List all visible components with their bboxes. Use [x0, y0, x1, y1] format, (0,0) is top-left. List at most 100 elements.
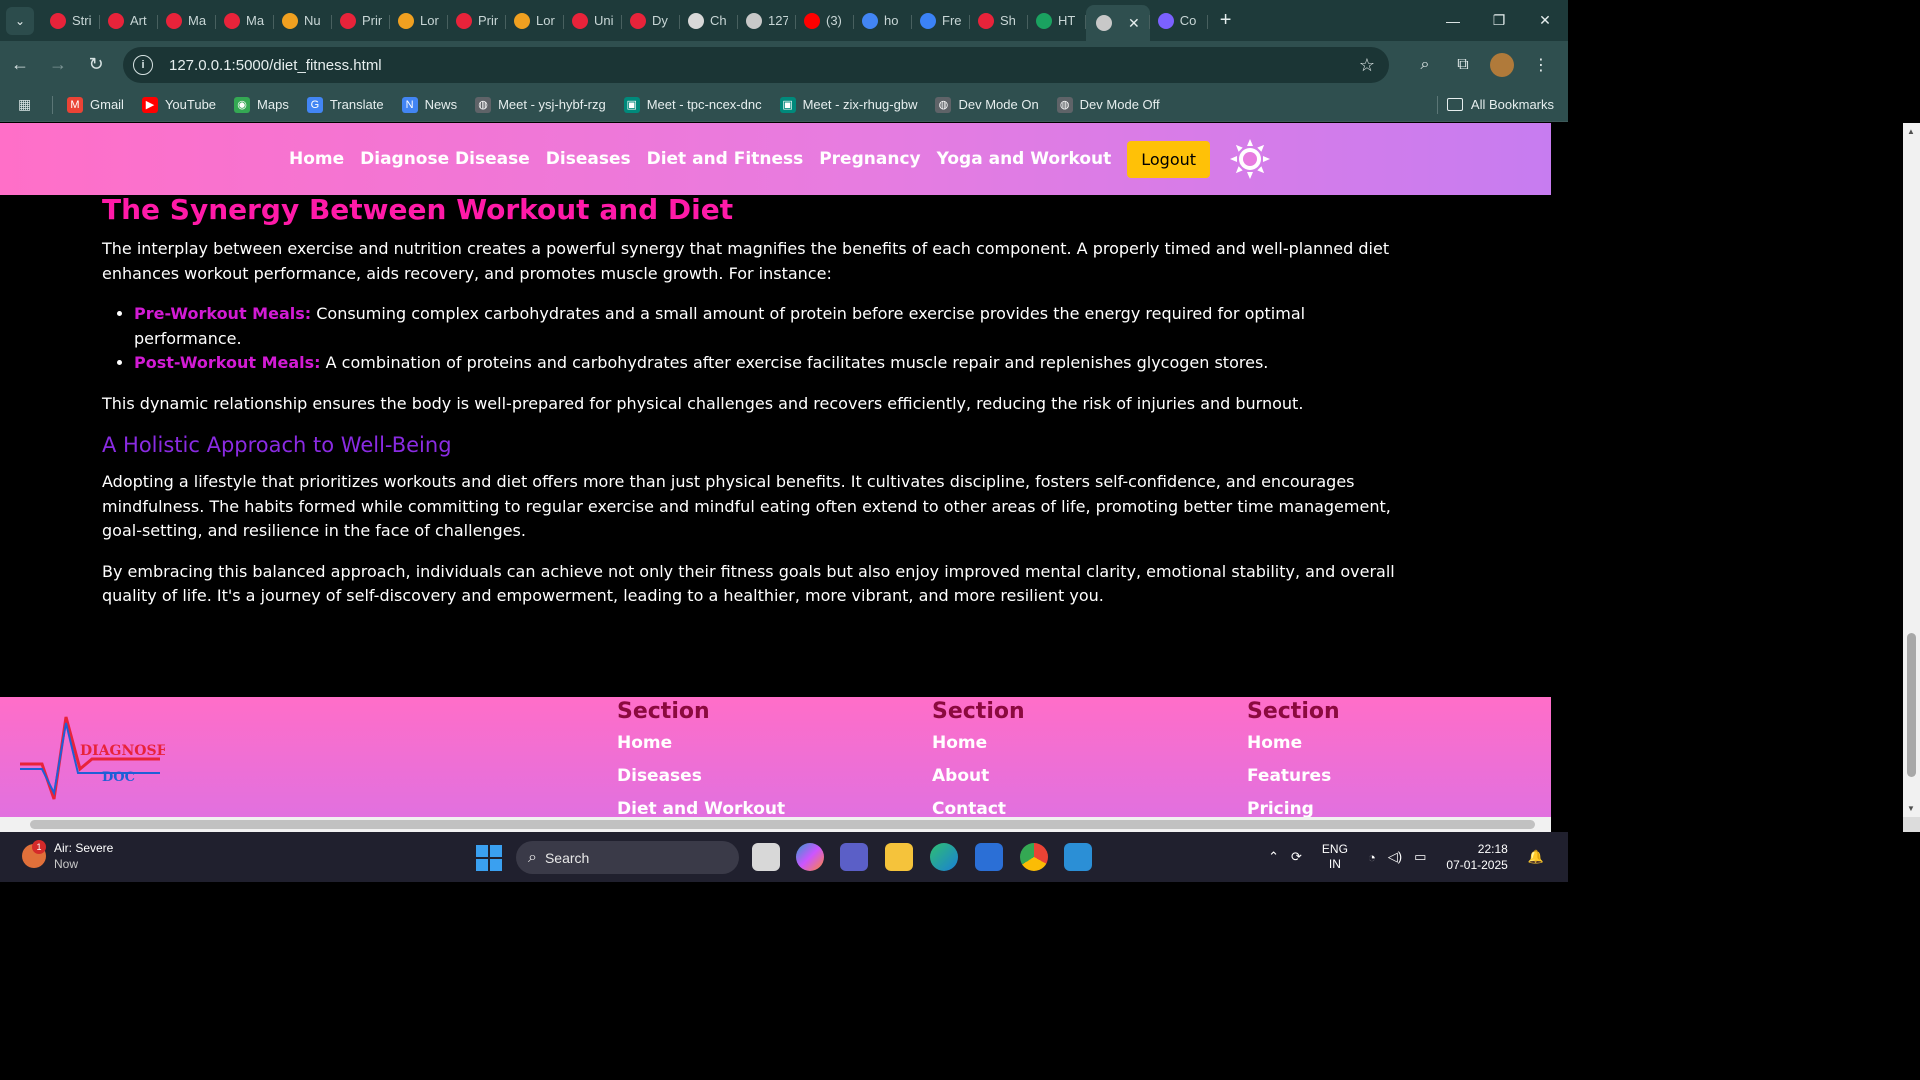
browser-tab[interactable]: Lor	[390, 5, 448, 37]
battery-icon[interactable]: ▭	[1414, 849, 1426, 865]
bookmark-item[interactable]: ▶ YouTube	[141, 96, 216, 113]
diagnose-doc-logo[interactable]: DIAGNOSE DOC	[20, 709, 165, 801]
task-view-icon[interactable]	[752, 843, 780, 871]
store-icon[interactable]	[975, 843, 1003, 871]
site-info-icon[interactable]: i	[133, 55, 153, 75]
logout-button[interactable]: Logout	[1127, 140, 1211, 178]
footer-link-about[interactable]: About	[932, 760, 1025, 793]
bookmark-item[interactable]: N News	[401, 96, 457, 113]
nav-diet-and-fitness[interactable]: Diet and Fitness	[647, 149, 804, 169]
minimize-button[interactable]: —	[1430, 0, 1476, 41]
tab-title: Prin	[362, 13, 382, 28]
browser-tab[interactable]: Fre	[912, 5, 970, 37]
browser-tab[interactable]: Prin	[332, 5, 390, 37]
file-explorer-icon[interactable]	[885, 843, 913, 871]
browser-tab[interactable]: Uni	[564, 5, 622, 37]
bookmark-star-icon[interactable]: ☆	[1359, 55, 1375, 76]
wifi-icon[interactable]: ◔	[1368, 850, 1376, 865]
bookmark-item[interactable]: G Translate	[306, 96, 384, 113]
nav-yoga-and-workout[interactable]: Yoga and Workout	[937, 149, 1112, 169]
browser-tab[interactable]: Art	[100, 5, 158, 37]
vertical-scrollbar[interactable]: ▲ ▼	[1903, 123, 1920, 817]
weather-widget[interactable]: 1 Air: Severe Now	[22, 840, 113, 872]
language-indicator[interactable]: ENG IN	[1322, 842, 1348, 872]
close-window-button[interactable]: ✕	[1522, 0, 1568, 41]
bookmark-label: Maps	[257, 97, 289, 112]
footer-link-home[interactable]: Home	[617, 727, 785, 760]
active-browser-tab[interactable]: ✕	[1086, 5, 1150, 41]
bookmark-label: Dev Mode Off	[1079, 97, 1160, 112]
nav-diagnose-disease[interactable]: Diagnose Disease	[360, 149, 530, 169]
scroll-up-arrow[interactable]: ▲	[1907, 127, 1916, 136]
footer-column-heading: Section	[932, 699, 1025, 724]
tab-title: Sh	[1000, 13, 1016, 28]
footer-link-contact[interactable]: Contact	[932, 793, 1025, 817]
footer-link-diet-and-workout[interactable]: Diet and Workout	[617, 793, 785, 817]
all-bookmarks-button[interactable]: All Bookmarks	[1446, 97, 1554, 112]
tab-search-button[interactable]: ⌄	[6, 6, 34, 35]
bookmark-item[interactable]: ◍ Meet - ysj-hybf-rzg	[475, 96, 606, 113]
vscode-icon[interactable]	[1064, 843, 1092, 871]
reload-button[interactable]: ↻	[78, 47, 114, 83]
bookmark-item[interactable]: ◉ Maps	[234, 96, 289, 113]
browser-tab[interactable]: Sh	[970, 5, 1028, 37]
address-bar[interactable]: i 127.0.0.1:5000/diet_fitness.html ☆	[123, 47, 1389, 83]
apps-grid-icon[interactable]: ▦	[18, 96, 38, 113]
vertical-scroll-thumb[interactable]	[1907, 633, 1916, 777]
bookmark-item[interactable]: M Gmail	[67, 96, 124, 113]
menu-icon[interactable]: ⋮	[1522, 47, 1560, 83]
new-tab-button[interactable]: +	[1220, 9, 1232, 32]
bookmark-item[interactable]: ◍ Dev Mode Off	[1056, 96, 1160, 113]
footer-link-diseases[interactable]: Diseases	[617, 760, 785, 793]
browser-tab[interactable]: Nu	[274, 5, 332, 37]
taskbar-search[interactable]: ⌕ Search	[516, 841, 739, 874]
teams-icon[interactable]	[840, 843, 868, 871]
browser-tab[interactable]: Stri	[42, 5, 100, 37]
browser-tab[interactable]: Prin	[448, 5, 506, 37]
browser-tab[interactable]: ho	[854, 5, 912, 37]
chevron-up-icon[interactable]: ⌃	[1268, 849, 1279, 865]
browser-tab[interactable]: (3)	[796, 5, 854, 37]
tabs: Stri Art Ma Ma Nu Prin Lor Prin Lor Uni Dy Ch 127 (3)…	[42, 0, 1231, 41]
nav-home[interactable]: Home	[289, 149, 344, 169]
edge-icon[interactable]	[930, 843, 958, 871]
notification-bell-icon[interactable]: 🔔	[1528, 849, 1544, 865]
browser-tab[interactable]: Lor	[506, 5, 564, 37]
footer-link-home[interactable]: Home	[932, 727, 1025, 760]
sync-icon[interactable]: ⟳	[1291, 849, 1302, 865]
scroll-down-arrow[interactable]: ▼	[1907, 804, 1916, 813]
browser-tab[interactable]: Ch	[680, 5, 738, 37]
forward-button[interactable]: →	[40, 47, 76, 83]
bookmark-item[interactable]: ▣ Meet - tpc-ncex-dnc	[623, 96, 762, 113]
footer-link-features[interactable]: Features	[1247, 760, 1340, 793]
back-button[interactable]: ←	[2, 47, 38, 83]
restore-button[interactable]: ❐	[1476, 0, 1522, 41]
profile-avatar[interactable]	[1490, 53, 1514, 77]
nav-pregnancy[interactable]: Pregnancy	[819, 149, 920, 169]
sun-icon[interactable]	[1230, 139, 1271, 179]
windows-start-icon[interactable]	[476, 845, 502, 871]
close-tab-icon[interactable]: ✕	[1128, 15, 1140, 32]
volume-icon[interactable]: ◁)	[1388, 849, 1402, 865]
chrome-icon[interactable]	[1020, 843, 1048, 871]
footer-link-pricing[interactable]: Pricing	[1247, 793, 1340, 817]
extensions-icon[interactable]: ⧉	[1444, 47, 1482, 83]
url-text[interactable]: 127.0.0.1:5000/diet_fitness.html	[169, 57, 382, 74]
browser-tab[interactable]: HT	[1028, 5, 1086, 37]
nav-diseases[interactable]: Diseases	[546, 149, 631, 169]
copilot-icon[interactable]	[796, 843, 824, 871]
bookmark-favicon-icon: N	[401, 96, 418, 113]
browser-tab[interactable]: Ma	[158, 5, 216, 37]
bookmark-item[interactable]: ▣ Meet - zix-rhug-gbw	[779, 96, 917, 113]
article: The Synergy Between Workout and Diet The…	[102, 195, 1412, 625]
browser-tab[interactable]: Ma	[216, 5, 274, 37]
browser-tab[interactable]: 127	[738, 5, 796, 37]
footer-link-home[interactable]: Home	[1247, 727, 1340, 760]
lens-icon[interactable]: ⌕	[1406, 47, 1444, 83]
clock[interactable]: 22:18 07-01-2025	[1446, 841, 1507, 873]
horizontal-scroll-thumb[interactable]	[30, 820, 1535, 829]
browser-tab[interactable]: Co	[1150, 5, 1208, 37]
bookmark-item[interactable]: ◍ Dev Mode On	[935, 96, 1039, 113]
browser-tab[interactable]: Dy	[622, 5, 680, 37]
horizontal-scrollbar[interactable]	[0, 817, 1551, 832]
